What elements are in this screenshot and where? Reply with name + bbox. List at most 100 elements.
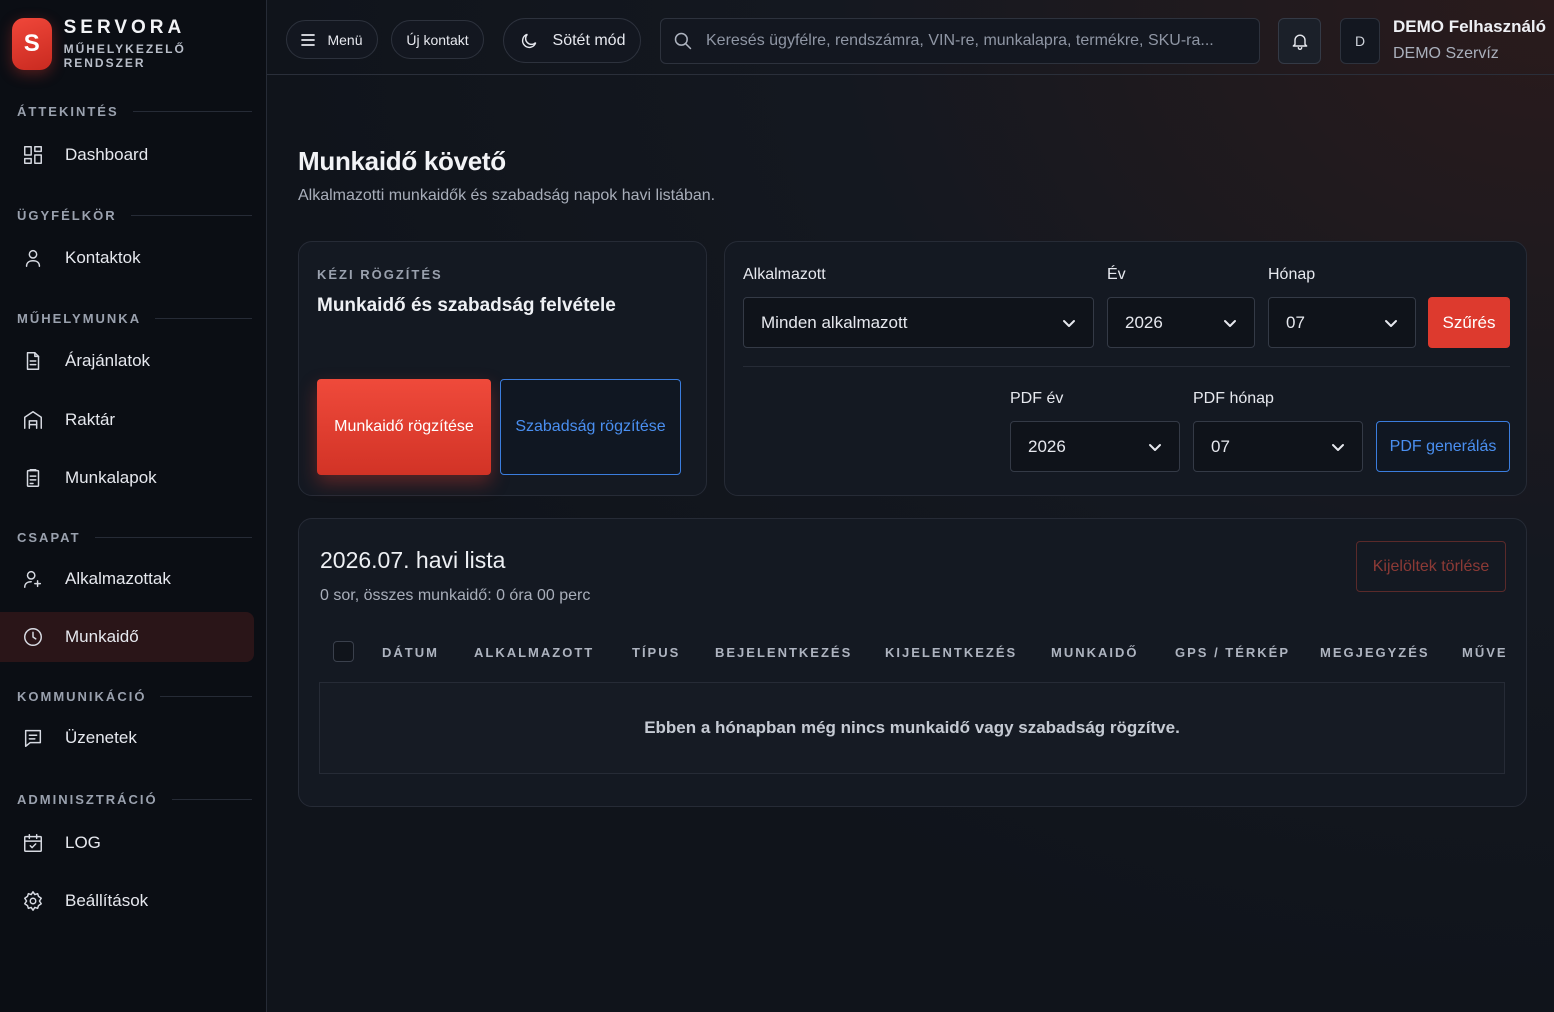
pdf-month-label: PDF hónap bbox=[1193, 390, 1274, 407]
section-title: KOMMUNIKÁCIÓ bbox=[17, 689, 147, 704]
month-select-value: 07 bbox=[1286, 312, 1305, 332]
app-root: S SERVORA MŰHELYKEZELŐ RENDSZER ÁTTEKINT… bbox=[0, 0, 1554, 1012]
column-header-note[interactable]: MEGJEGYZÉS bbox=[1320, 645, 1430, 660]
user-plus-icon bbox=[22, 568, 44, 590]
year-select-value: 2026 bbox=[1125, 312, 1163, 332]
sidebar-item-label: Munkaidő bbox=[65, 627, 139, 646]
chevron-down-icon bbox=[1062, 316, 1076, 330]
sidebar-item-raktar[interactable]: Raktár bbox=[0, 395, 254, 445]
delete-selected-button[interactable]: Kijelöltek törlése bbox=[1356, 541, 1506, 592]
main-content: Menü Új kontakt Sötét mód Keresés ügyfél… bbox=[267, 0, 1554, 1012]
brand-name: SERVORA bbox=[63, 17, 186, 38]
record-leave-button[interactable]: Szabadság rögzítése bbox=[500, 379, 681, 475]
chevron-down-icon bbox=[1223, 316, 1237, 330]
search-input[interactable] bbox=[706, 32, 1246, 50]
dashboard-icon bbox=[22, 144, 44, 166]
sidebar-item-alkalmazottak[interactable]: Alkalmazottak bbox=[0, 554, 254, 604]
user-name: DEMO Felhasználó bbox=[1393, 17, 1547, 36]
user-org: DEMO Szervíz bbox=[1393, 45, 1499, 62]
column-header-type[interactable]: TÍPUS bbox=[632, 645, 680, 660]
section-title: CSAPAT bbox=[17, 530, 81, 545]
manual-entry-card: KÉZI RÖGZÍTÉS Munkaidő és szabadság felv… bbox=[298, 241, 707, 496]
chevron-down-icon bbox=[1384, 316, 1398, 330]
chevron-down-icon bbox=[1148, 440, 1162, 454]
sidebar-item-dashboard[interactable]: Dashboard bbox=[0, 130, 254, 180]
bell-icon bbox=[1290, 31, 1310, 51]
column-header-worktime[interactable]: MUNKAIDŐ bbox=[1051, 645, 1139, 660]
list-summary: 0 sor, összes munkaidő: 0 óra 00 perc bbox=[320, 587, 591, 604]
sidebar: S SERVORA MŰHELYKEZELŐ RENDSZER ÁTTEKINT… bbox=[0, 0, 267, 1012]
notifications-button[interactable] bbox=[1278, 18, 1321, 64]
employee-label: Alkalmazott bbox=[743, 266, 826, 283]
sidebar-item-label: Munkalapok bbox=[65, 468, 157, 487]
search-icon bbox=[673, 31, 693, 51]
section-muhelymunka: MŰHELYMUNKA bbox=[17, 311, 252, 326]
sidebar-item-label: Dashboard bbox=[65, 145, 149, 164]
brand-subtitle: MŰHELYKEZELŐ RENDSZER bbox=[63, 42, 186, 70]
sidebar-item-munkaido[interactable]: Munkaidő bbox=[0, 612, 254, 662]
section-kommunikacio: KOMMUNIKÁCIÓ bbox=[17, 689, 252, 704]
sidebar-item-beallitasok[interactable]: Beállítások bbox=[0, 876, 254, 926]
user-info[interactable]: DEMO Felhasználó DEMO Szervíz bbox=[1393, 17, 1546, 63]
column-header-actions[interactable]: MŰVEI bbox=[1462, 645, 1507, 660]
sidebar-item-log[interactable]: LOG bbox=[0, 818, 254, 868]
section-csapat: CSAPAT bbox=[17, 530, 252, 545]
sidebar-item-label: Árajánlatok bbox=[65, 351, 151, 370]
column-header-check-in[interactable]: BEJELENTKEZÉS bbox=[715, 645, 852, 660]
warehouse-icon bbox=[22, 409, 44, 431]
manual-entry-title: Munkaidő és szabadság felvétele bbox=[317, 295, 616, 316]
month-label: Hónap bbox=[1268, 266, 1316, 283]
pdf-month-select-value: 07 bbox=[1211, 436, 1230, 456]
section-title: ADMINISZTRÁCIÓ bbox=[17, 792, 158, 807]
column-header-gps-map[interactable]: GPS / TÉRKÉP bbox=[1175, 645, 1290, 660]
brand[interactable]: S SERVORA MŰHELYKEZELŐ RENDSZER bbox=[12, 17, 266, 70]
moon-icon bbox=[519, 31, 539, 51]
filter-button[interactable]: Szűrés bbox=[1428, 297, 1510, 348]
section-ugyfelkor: ÜGYFÉLKÖR bbox=[17, 208, 252, 223]
calendar-icon bbox=[22, 832, 44, 854]
section-adminisztracio: ADMINISZTRÁCIÓ bbox=[17, 792, 252, 807]
new-contact-button[interactable]: Új kontakt bbox=[391, 20, 484, 59]
sidebar-item-label: Üzenetek bbox=[65, 728, 137, 747]
empty-state: Ebben a hónapban még nincs munkaidő vagy… bbox=[319, 682, 1505, 774]
hamburger-icon bbox=[301, 33, 316, 46]
sidebar-item-label: LOG bbox=[65, 833, 101, 852]
clock-icon bbox=[22, 626, 44, 648]
section-attekintes: ÁTTEKINTÉS bbox=[17, 104, 252, 119]
select-all-checkbox[interactable] bbox=[333, 641, 354, 662]
section-title: ÜGYFÉLKÖR bbox=[17, 208, 117, 223]
user-icon bbox=[22, 247, 44, 269]
new-contact-label: Új kontakt bbox=[406, 31, 469, 48]
column-header-employee[interactable]: ALKALMAZOTT bbox=[474, 645, 594, 660]
employee-select[interactable]: Minden alkalmazott bbox=[743, 297, 1094, 348]
chevron-down-icon bbox=[1331, 440, 1345, 454]
section-title: MŰHELYMUNKA bbox=[17, 311, 142, 326]
dark-mode-toggle[interactable]: Sötét mód bbox=[503, 18, 641, 63]
brand-logo: S bbox=[12, 17, 52, 70]
pdf-month-select[interactable]: 07 bbox=[1193, 421, 1363, 472]
sidebar-item-munkalapok[interactable]: Munkalapok bbox=[0, 453, 254, 503]
gear-icon bbox=[22, 890, 44, 912]
sidebar-item-label: Kontaktok bbox=[65, 248, 141, 267]
avatar[interactable]: D bbox=[1340, 18, 1380, 64]
menu-button[interactable]: Menü bbox=[286, 20, 378, 59]
page-subtitle: Alkalmazotti munkaidők és szabadság napo… bbox=[298, 187, 716, 204]
column-header-check-out[interactable]: KIJELENTKEZÉS bbox=[885, 645, 1017, 660]
pdf-generate-button[interactable]: PDF generálás bbox=[1376, 421, 1510, 472]
pdf-year-label: PDF év bbox=[1010, 390, 1064, 407]
pdf-year-select[interactable]: 2026 bbox=[1010, 421, 1180, 472]
year-label: Év bbox=[1107, 266, 1126, 283]
sidebar-item-uzenetek[interactable]: Üzenetek bbox=[0, 713, 254, 763]
month-select[interactable]: 07 bbox=[1268, 297, 1416, 348]
year-select[interactable]: 2026 bbox=[1107, 297, 1255, 348]
list-title: 2026.07. havi lista bbox=[320, 547, 506, 573]
pdf-year-select-value: 2026 bbox=[1028, 436, 1066, 456]
record-work-button[interactable]: Munkaidő rögzítése bbox=[317, 379, 491, 475]
topbar: Menü Új kontakt Sötét mód Keresés ügyfél… bbox=[267, 0, 1554, 75]
sidebar-item-label: Raktár bbox=[65, 410, 116, 429]
page-title: Munkaidő követő bbox=[298, 146, 506, 176]
column-header-date[interactable]: DÁTUM bbox=[382, 645, 439, 660]
manual-entry-eyebrow: KÉZI RÖGZÍTÉS bbox=[317, 267, 443, 282]
sidebar-item-kontaktok[interactable]: Kontaktok bbox=[0, 233, 254, 283]
sidebar-item-arajanlatok[interactable]: Árajánlatok bbox=[0, 336, 254, 386]
